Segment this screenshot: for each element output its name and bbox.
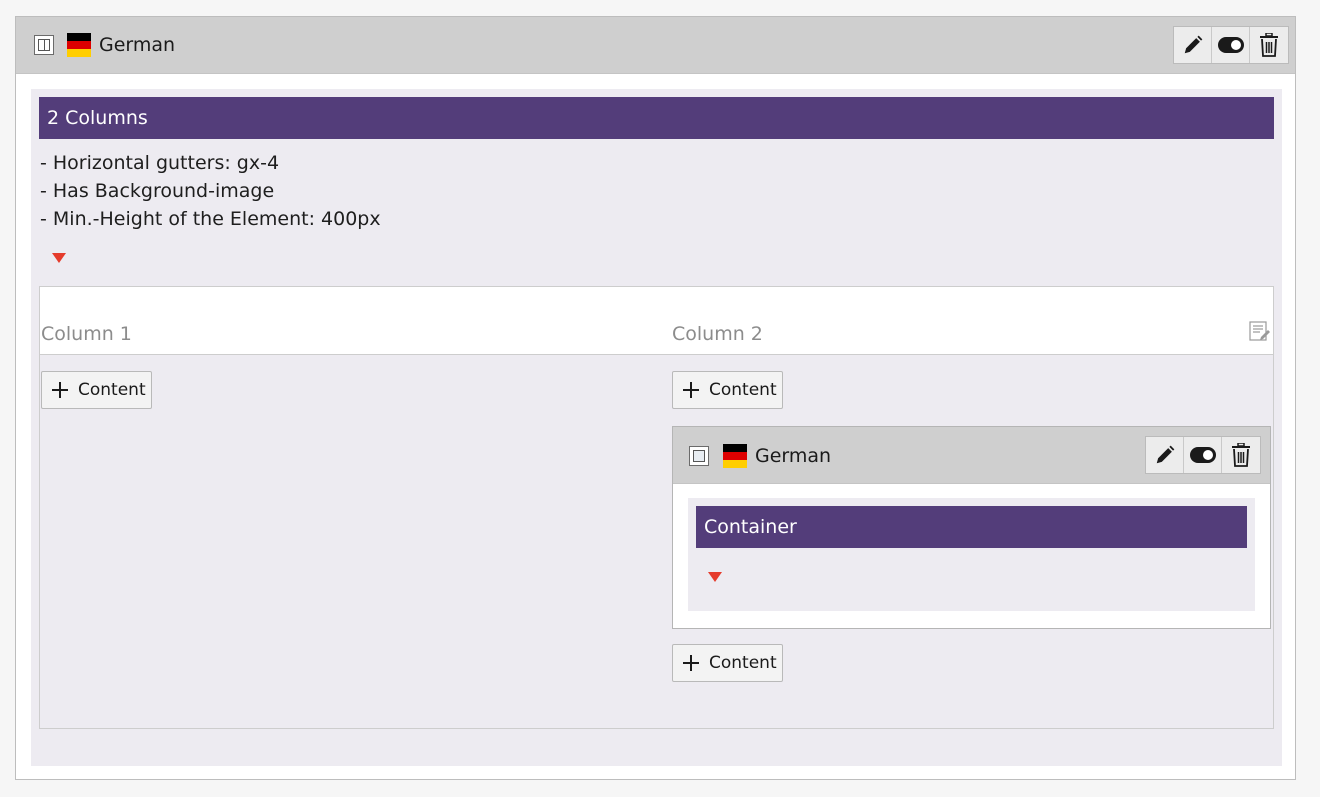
column-label-2: Column 2	[672, 323, 763, 345]
delete-button[interactable]	[1250, 27, 1288, 63]
pencil-icon	[1156, 445, 1174, 464]
nested-element-toolbar	[1145, 436, 1261, 474]
description-line: - Horizontal gutters: gx-4	[40, 152, 280, 174]
nested-delete-button[interactable]	[1222, 437, 1260, 473]
element-toolbar	[1173, 26, 1289, 64]
trash-icon	[1260, 33, 1278, 57]
element-preview: 2 Columns - Horizontal gutters: gx-4 - H…	[31, 89, 1282, 766]
description-line: - Has Background-image	[40, 180, 275, 202]
column-label-1: Column 1	[41, 323, 132, 345]
nested-content-element: German Container	[672, 426, 1271, 629]
add-content-label: Content	[709, 653, 777, 673]
element-header: German	[16, 17, 1295, 74]
edit-grid-icon[interactable]	[1249, 321, 1271, 343]
container-icon[interactable]	[689, 446, 709, 466]
add-content-button-column-1[interactable]: Content	[41, 371, 152, 409]
expand-toggle-icon[interactable]	[708, 572, 722, 582]
pencil-icon	[1184, 35, 1202, 54]
add-content-button-column-2[interactable]: Content	[672, 371, 783, 409]
plus-icon	[52, 382, 68, 398]
nested-toggle-visibility-button[interactable]	[1184, 437, 1222, 473]
nested-element-header: German	[673, 427, 1270, 484]
german-flag-icon	[67, 33, 91, 57]
trash-icon	[1232, 443, 1250, 467]
nested-element-preview: Container	[688, 498, 1255, 611]
language-label: German	[99, 34, 176, 56]
add-content-label: Content	[709, 380, 777, 400]
description-line: - Min.-Height of the Element: 400px	[40, 208, 381, 230]
element-description: - Horizontal gutters: gx-4 - Has Backgro…	[40, 149, 381, 233]
toggle-visibility-button[interactable]	[1212, 27, 1250, 63]
plus-icon	[683, 382, 699, 398]
plus-icon	[683, 655, 699, 671]
column-grid-header: Column 1 Column 2	[40, 287, 1273, 355]
nested-edit-button[interactable]	[1146, 437, 1184, 473]
add-content-button-column-2-after[interactable]: Content	[672, 644, 783, 682]
element-title: 2 Columns	[39, 97, 1274, 139]
content-element: German 2 Columns - Horizontal gutters: g…	[15, 16, 1296, 780]
nested-element-title: Container	[696, 506, 1247, 548]
toggle-icon	[1189, 447, 1216, 463]
add-content-label: Content	[78, 380, 146, 400]
nested-language-label: German	[755, 445, 832, 467]
toggle-icon	[1217, 37, 1244, 53]
german-flag-icon	[723, 444, 747, 468]
column-grid: Column 1 Column 2 Content Content German…	[39, 286, 1274, 729]
edit-button[interactable]	[1174, 27, 1212, 63]
two-columns-icon[interactable]	[34, 35, 54, 55]
expand-toggle-icon[interactable]	[52, 253, 66, 263]
